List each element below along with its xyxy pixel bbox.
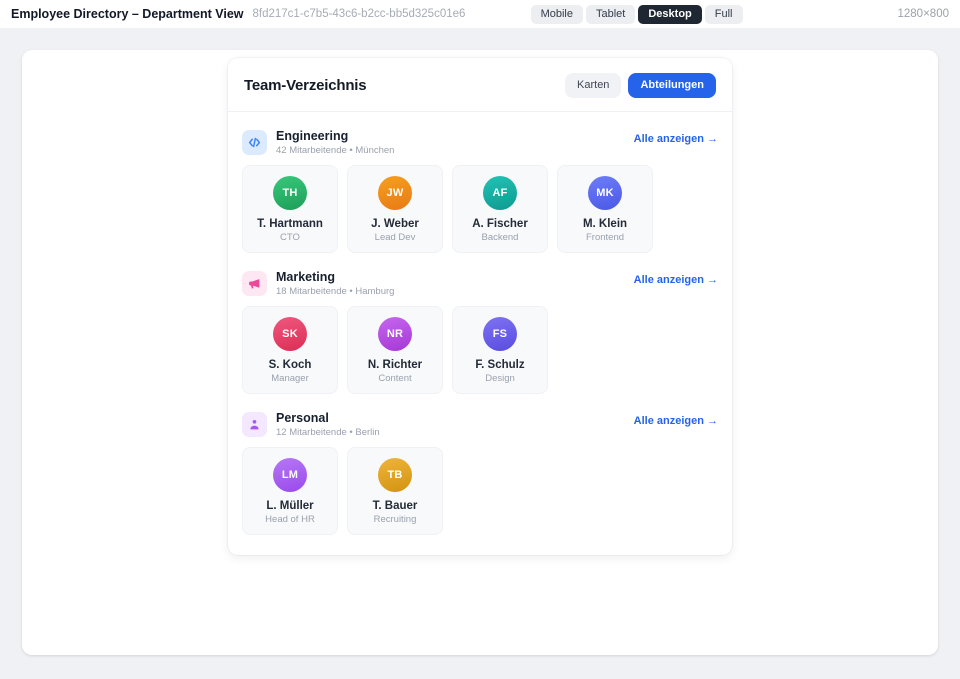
employee-role: Lead Dev	[352, 233, 438, 243]
employee-role: Backend	[457, 233, 543, 243]
department-header: Personal 12 Mitarbeitende • Berlin Alle …	[242, 411, 718, 438]
department-header: Engineering 42 Mitarbeitende • München A…	[242, 129, 718, 156]
viewport-button-full[interactable]: Full	[705, 5, 743, 24]
employee-role: Design	[457, 374, 543, 384]
page-title: Employee Directory – Department View	[11, 7, 244, 21]
top-bar: Employee Directory – Department View 8fd…	[0, 0, 960, 28]
employee-card[interactable]: NR N. Richter Content	[347, 306, 443, 394]
department-section: Personal 12 Mitarbeitende • Berlin Alle …	[228, 411, 732, 535]
department-name: Marketing	[276, 270, 394, 284]
employee-role: CTO	[247, 233, 333, 243]
department-section: Marketing 18 Mitarbeitende • Hamburg All…	[228, 270, 732, 394]
viewport-button-mobile[interactable]: Mobile	[531, 5, 583, 24]
preview-frame: Team-Verzeichnis Karten Abteilungen Engin…	[22, 50, 938, 655]
employee-name: S. Koch	[247, 359, 333, 371]
employee-name: L. Müller	[247, 500, 333, 512]
code-icon	[242, 130, 267, 155]
see-all-link[interactable]: Alle anzeigen →	[634, 274, 718, 286]
see-all-link[interactable]: Alle anzeigen →	[634, 133, 718, 145]
view-toggle-group: Karten Abteilungen	[558, 73, 716, 98]
employee-role: Content	[352, 374, 438, 384]
employee-role: Head of HR	[247, 515, 333, 525]
megaphone-icon	[242, 271, 267, 296]
view-button-abteilungen[interactable]: Abteilungen	[628, 73, 716, 98]
department-name: Personal	[276, 411, 380, 425]
employee-name: A. Fischer	[457, 218, 543, 230]
employee-name: J. Weber	[352, 218, 438, 230]
employee-grid: SK S. Koch Manager NR N. Richter Content…	[242, 306, 718, 394]
department-sections: Engineering 42 Mitarbeitende • München A…	[228, 129, 732, 535]
department-meta: 12 Mitarbeitende • Berlin	[276, 428, 380, 438]
employee-card[interactable]: LM L. Müller Head of HR	[242, 447, 338, 535]
viewport-button-desktop[interactable]: Desktop	[638, 5, 701, 24]
viewport-switcher: MobileTabletDesktopFull	[528, 5, 743, 24]
employee-name: M. Klein	[562, 218, 648, 230]
department-section: Engineering 42 Mitarbeitende • München A…	[228, 129, 732, 253]
employee-role: Frontend	[562, 233, 648, 243]
department-meta: 42 Mitarbeitende • München	[276, 146, 394, 156]
avatar: LM	[273, 458, 307, 492]
avatar: JW	[378, 176, 412, 210]
employee-card[interactable]: MK M. Klein Frontend	[557, 165, 653, 253]
department-name: Engineering	[276, 129, 394, 143]
avatar: SK	[273, 317, 307, 351]
avatar: MK	[588, 176, 622, 210]
employee-name: F. Schulz	[457, 359, 543, 371]
avatar: TB	[378, 458, 412, 492]
employee-grid: TH T. Hartmann CTO JW J. Weber Lead Dev …	[242, 165, 718, 253]
people-icon	[242, 412, 267, 437]
department-meta: 18 Mitarbeitende • Hamburg	[276, 287, 394, 297]
employee-name: N. Richter	[352, 359, 438, 371]
employee-card[interactable]: JW J. Weber Lead Dev	[347, 165, 443, 253]
team-directory-card: Team-Verzeichnis Karten Abteilungen Engin…	[228, 58, 732, 555]
employee-name: T. Hartmann	[247, 218, 333, 230]
employee-role: Manager	[247, 374, 333, 384]
view-button-karten[interactable]: Karten	[565, 73, 621, 98]
employee-card[interactable]: AF A. Fischer Backend	[452, 165, 548, 253]
employee-name: T. Bauer	[352, 500, 438, 512]
see-all-link[interactable]: Alle anzeigen →	[634, 415, 718, 427]
resolution-label: 1280×800	[898, 8, 950, 20]
viewport-button-tablet[interactable]: Tablet	[586, 5, 635, 24]
page-uuid: 8fd217c1-c7b5-43c6-b2cc-bb5d325c01e6	[253, 8, 466, 20]
avatar: FS	[483, 317, 517, 351]
avatar: AF	[483, 176, 517, 210]
employee-role: Recruiting	[352, 515, 438, 525]
directory-title: Team-Verzeichnis	[244, 77, 366, 94]
avatar: TH	[273, 176, 307, 210]
department-header: Marketing 18 Mitarbeitende • Hamburg All…	[242, 270, 718, 297]
employee-card[interactable]: TH T. Hartmann CTO	[242, 165, 338, 253]
directory-header: Team-Verzeichnis Karten Abteilungen	[228, 58, 732, 112]
employee-card[interactable]: TB T. Bauer Recruiting	[347, 447, 443, 535]
employee-grid: LM L. Müller Head of HR TB T. Bauer Recr…	[242, 447, 718, 535]
avatar: NR	[378, 317, 412, 351]
employee-card[interactable]: SK S. Koch Manager	[242, 306, 338, 394]
employee-card[interactable]: FS F. Schulz Design	[452, 306, 548, 394]
